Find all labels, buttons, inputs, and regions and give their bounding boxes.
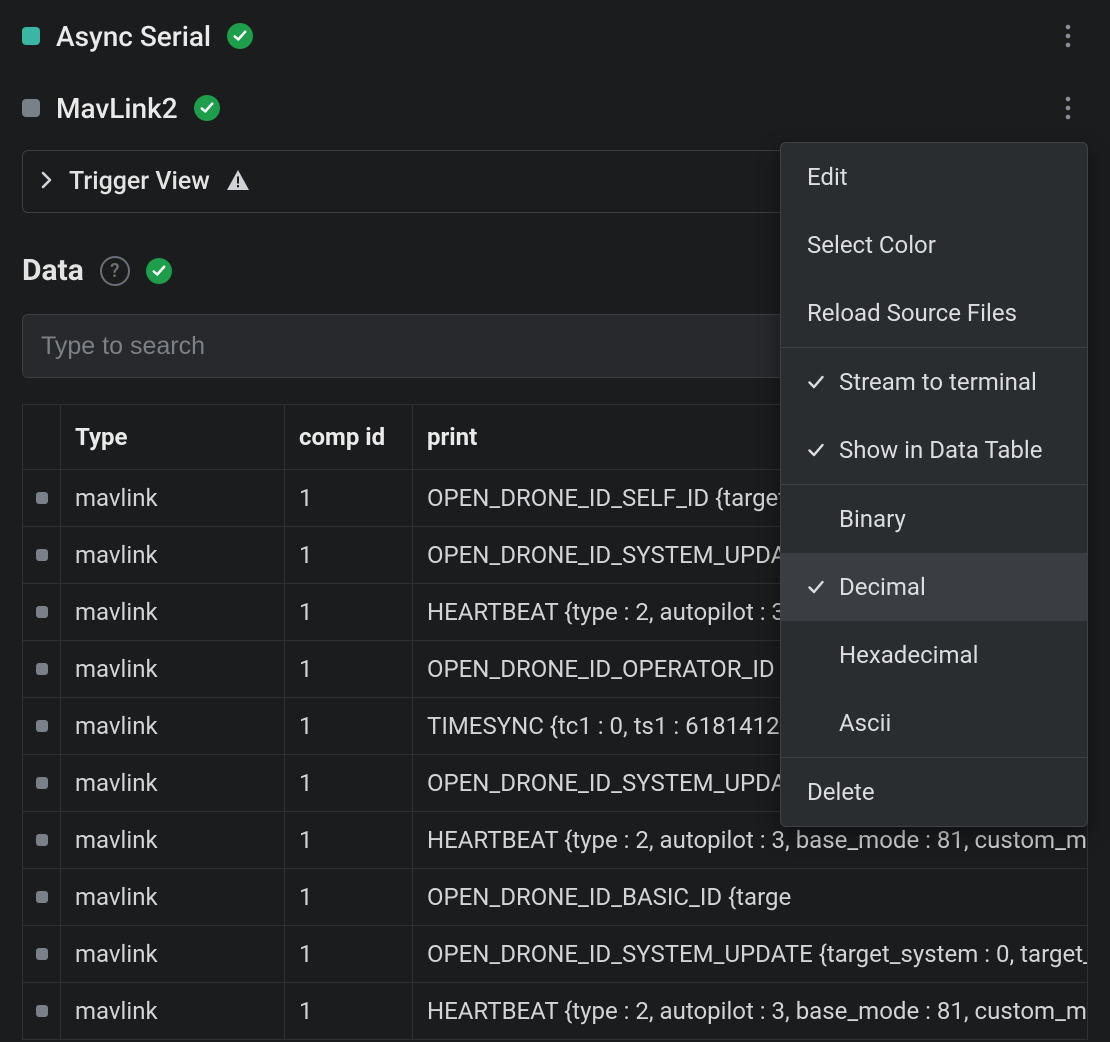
cell-type: mavlink [61,641,285,698]
check-icon [807,443,825,457]
menu-item-label: Binary [839,505,906,533]
cell-comp-id: 1 [285,698,413,755]
cell-type: mavlink [61,755,285,812]
menu-item-stream-to-terminal[interactable]: Stream to terminal [781,348,1087,416]
col-marker [23,405,61,470]
menu-item-reload-source-files[interactable]: Reload Source Files [781,279,1087,347]
status-ok-icon [227,23,253,49]
table-row[interactable]: mavlink1HEARTBEAT {type : 2, autopilot :… [23,983,1088,1040]
menu-item-label: Delete [807,778,875,806]
panel-title: Async Serial [56,20,211,53]
menu-item-label: Select Color [807,231,936,259]
table-row[interactable]: mavlink1OPEN_DRONE_ID_SYSTEM_UPDATE {tar… [23,926,1088,983]
menu-item-decimal[interactable]: Decimal [781,553,1087,621]
cell-type: mavlink [61,470,285,527]
check-icon [807,375,825,389]
menu-item-ascii[interactable]: Ascii [781,689,1087,757]
col-comp-id[interactable]: comp id [285,405,413,470]
context-menu: Edit Select Color Reload Source Files Strea… [780,142,1088,827]
row-marker-icon [36,1005,48,1017]
cell-comp-id: 1 [285,869,413,926]
row-marker-cell [23,983,61,1040]
row-marker-cell [23,470,61,527]
cell-type: mavlink [61,698,285,755]
trigger-view-label: Trigger View [69,167,210,196]
cell-type: mavlink [61,926,285,983]
status-ok-icon [194,95,220,121]
cell-comp-id: 1 [285,983,413,1040]
row-marker-icon [36,777,48,789]
cell-comp-id: 1 [285,584,413,641]
row-marker-cell [23,869,61,926]
menu-item-hexadecimal[interactable]: Hexadecimal [781,621,1087,689]
row-marker-icon [36,663,48,675]
cell-type: mavlink [61,584,285,641]
cell-comp-id: 1 [285,527,413,584]
row-marker-cell [23,527,61,584]
cell-print: OPEN_DRONE_ID_BASIC_ID {targe [413,869,1088,926]
cell-type: mavlink [61,812,285,869]
menu-item-label: Decimal [839,573,926,601]
cell-print: HEARTBEAT {type : 2, autopilot : 3, base… [413,983,1088,1040]
row-marker-cell [23,641,61,698]
row-marker-icon [36,720,48,732]
panel-title: MavLink2 [56,92,178,125]
menu-item-label: Stream to terminal [839,368,1037,396]
cell-type: mavlink [61,527,285,584]
row-marker-icon [36,834,48,846]
row-marker-cell [23,698,61,755]
row-marker-cell [23,926,61,983]
row-marker-icon [36,492,48,504]
cell-comp-id: 1 [285,755,413,812]
table-row[interactable]: mavlink1OPEN_DRONE_ID_BASIC_ID {targe [23,869,1088,926]
menu-item-binary[interactable]: Binary [781,485,1087,553]
cell-comp-id: 1 [285,641,413,698]
row-marker-cell [23,584,61,641]
cell-comp-id: 1 [285,926,413,983]
kebab-menu-button[interactable] [1048,88,1088,128]
row-marker-cell [23,812,61,869]
cell-type: mavlink [61,869,285,926]
color-swatch [22,99,40,117]
chevron-right-icon [41,171,53,193]
col-type[interactable]: Type [61,405,285,470]
menu-item-label: Hexadecimal [839,641,978,669]
cell-print: OPEN_DRONE_ID_SYSTEM_UPDATE {target_syst… [413,926,1088,983]
row-marker-cell [23,755,61,812]
row-marker-icon [36,549,48,561]
kebab-menu-button[interactable] [1048,16,1088,56]
menu-item-select-color[interactable]: Select Color [781,211,1087,279]
menu-item-label: Edit [807,163,848,191]
menu-item-label: Show in Data Table [839,436,1042,464]
menu-item-label: Ascii [839,709,891,737]
menu-item-show-in-data-table[interactable]: Show in Data Table [781,416,1087,484]
menu-item-delete[interactable]: Delete [781,758,1087,826]
row-marker-icon [36,891,48,903]
row-marker-icon [36,606,48,618]
panel-header-mavlink2: MavLink2 [0,72,1110,144]
menu-item-label: Reload Source Files [807,299,1017,327]
cell-comp-id: 1 [285,812,413,869]
help-icon[interactable]: ? [100,256,130,286]
data-title: Data [22,253,84,288]
check-icon [807,580,825,594]
cell-type: mavlink [61,983,285,1040]
color-swatch [22,27,40,45]
panel-header-async-serial: Async Serial [0,0,1110,72]
status-ok-icon [146,258,172,284]
row-marker-icon [36,948,48,960]
menu-item-edit[interactable]: Edit [781,143,1087,211]
warning-icon [226,169,250,195]
cell-comp-id: 1 [285,470,413,527]
